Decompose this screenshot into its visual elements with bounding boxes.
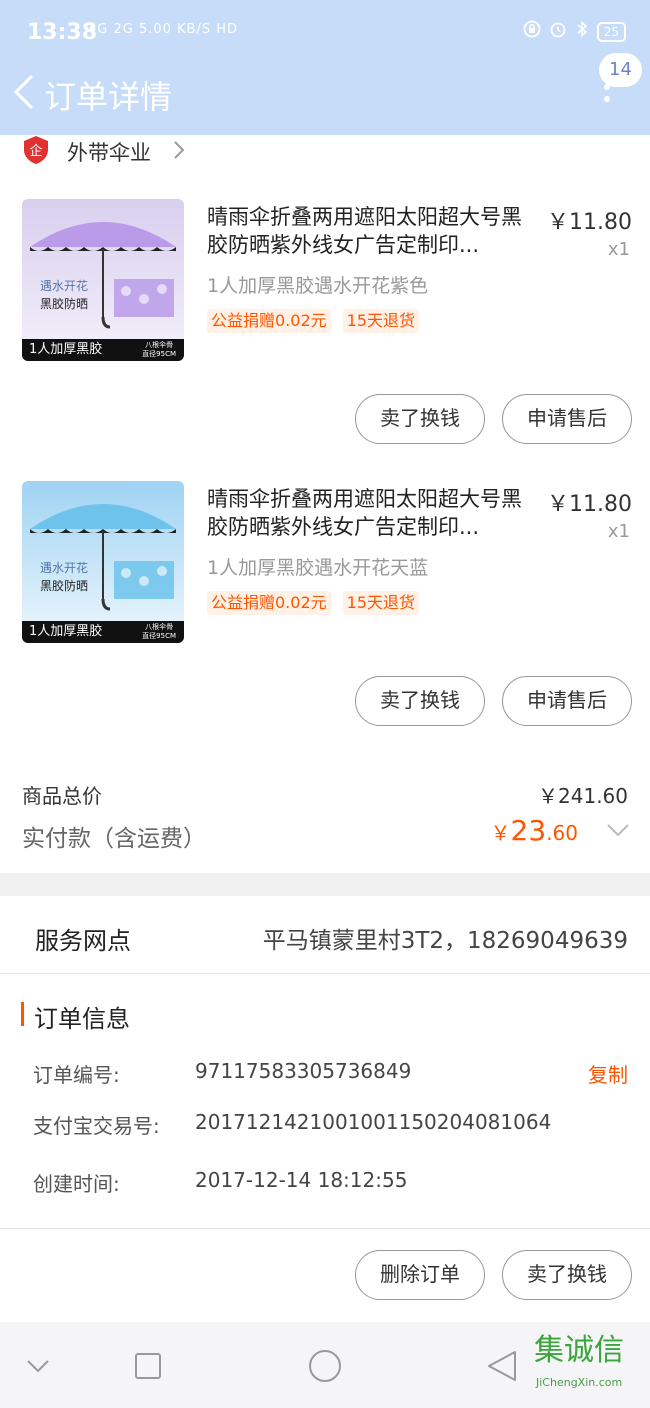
product-price: ￥11.80	[547, 210, 632, 235]
battery-level: 25	[596, 21, 626, 42]
section-accent-bar	[21, 1002, 24, 1026]
service-point-label: 服务网点	[35, 927, 131, 955]
alarm-icon	[549, 20, 567, 43]
thumbnail-caption: 遇水开花 黑胶防晒	[40, 561, 89, 593]
app-header: 13:38 4G 2G 5.00 KB/S HD 25 订单详情 14	[0, 0, 650, 135]
bluetooth-icon	[575, 20, 589, 43]
lock-icon	[523, 20, 541, 43]
back-nav-button[interactable]	[485, 1349, 525, 1383]
page-title: 订单详情	[44, 78, 173, 116]
status-icons: 25	[523, 20, 626, 43]
paid-amount-value: ￥23.60	[490, 814, 578, 847]
charity-tag: 公益捐赠0.02元	[207, 309, 331, 333]
goods-total-value: ￥241.60	[538, 784, 628, 808]
service-point-value: 平马镇蒙里村3T2，18269049639	[262, 928, 628, 954]
more-dot-icon	[604, 96, 610, 102]
created-time-label: 创建时间:	[33, 1172, 120, 1196]
thumbnail-banner: 1人加厚黑胶 八根伞骨 直径95CM	[22, 339, 184, 361]
request-after-sale-button[interactable]: 申请售后	[502, 394, 632, 444]
goods-total-label: 商品总价	[22, 784, 102, 808]
delete-order-button[interactable]: 删除订单	[355, 1250, 485, 1300]
sell-for-cash-button[interactable]: 卖了换钱	[502, 1250, 632, 1300]
chevron-down-icon	[27, 1360, 49, 1373]
square-icon	[135, 1353, 161, 1379]
shop-name[interactable]: 外带伞业	[67, 137, 151, 167]
service-point-row: 服务网点 平马镇蒙里村3T2，18269049639	[0, 896, 650, 974]
back-button[interactable]	[10, 72, 40, 112]
message-count-badge[interactable]: 14	[599, 53, 642, 87]
product-sku: 1人加厚黑胶遇水开花天蓝	[207, 557, 429, 579]
product-title[interactable]: 晴雨伞折叠两用遮阳太阳超大号黑胶防晒紫外线女广告定制印...	[207, 485, 532, 541]
alipay-trade-value: 2017121421001001150204081064	[195, 1110, 552, 1134]
recent-apps-button[interactable]	[130, 1349, 170, 1383]
chevron-left-icon	[13, 74, 34, 110]
watermark-url: JiChengXin.com	[536, 1376, 623, 1389]
order-info-title: 订单信息	[34, 1005, 130, 1033]
product-thumbnail[interactable]: 遇水开花 黑胶防晒 1人加厚黑胶 八根伞骨 直径95CM	[22, 481, 184, 643]
watermark-logo: 集诚信	[534, 1333, 624, 1368]
order-info-section: 订单信息 订单编号: 97117583305736849 复制 支付宝交易号: …	[0, 975, 650, 1229]
paid-amount-label: 实付款（含运费）	[22, 826, 206, 852]
order-number-label: 订单编号:	[33, 1063, 120, 1087]
status-time: 13:38	[27, 20, 98, 45]
charity-tag: 公益捐赠0.02元	[207, 591, 331, 615]
status-bar: 13:38 4G 2G 5.00 KB/S HD 25	[0, 0, 650, 66]
product-quantity: x1	[607, 239, 630, 260]
chevron-right-icon	[174, 141, 185, 159]
request-after-sale-button[interactable]: 申请售后	[502, 676, 632, 726]
sell-for-cash-button[interactable]: 卖了换钱	[355, 676, 485, 726]
return-policy-tag: 15天退货	[342, 309, 420, 333]
product-sku: 1人加厚黑胶遇水开花紫色	[207, 275, 429, 297]
hide-nav-button[interactable]	[20, 1349, 60, 1383]
order-actions-bar: 删除订单 卖了换钱	[0, 1230, 650, 1320]
section-divider	[0, 873, 650, 896]
product-title[interactable]: 晴雨伞折叠两用遮阳太阳超大号黑胶防晒紫外线女广告定制印...	[207, 203, 532, 259]
copy-order-number-button[interactable]: 复制	[588, 1059, 628, 1088]
site-watermark: 集诚信 JiChengXin.com	[532, 1328, 650, 1400]
order-number-value: 97117583305736849	[195, 1059, 412, 1083]
product-price: ￥11.80	[547, 492, 632, 517]
more-menu-button[interactable]	[592, 84, 622, 114]
product-tags: 公益捐赠0.02元 15天退货	[207, 591, 420, 615]
home-button[interactable]	[305, 1349, 345, 1383]
alipay-trade-label: 支付宝交易号:	[33, 1114, 160, 1138]
chevron-down-icon[interactable]	[606, 822, 630, 838]
enterprise-shop-icon: 企	[22, 135, 50, 165]
product-thumbnail[interactable]: 遇水开花 黑胶防晒 1人加厚黑胶 八根伞骨 直径95CM	[22, 199, 184, 361]
triangle-back-icon	[488, 1351, 516, 1381]
more-dot-icon	[604, 84, 610, 90]
shop-row[interactable]: 企 外带伞业	[0, 135, 650, 175]
product-quantity: x1	[607, 521, 630, 542]
network-indicators: 4G 2G 5.00 KB/S HD	[88, 22, 239, 37]
thumbnail-banner: 1人加厚黑胶 八根伞骨 直径95CM	[22, 621, 184, 643]
circle-icon	[309, 1350, 341, 1382]
product-tags: 公益捐赠0.02元 15天退货	[207, 309, 420, 333]
created-time-value: 2017-12-14 18:12:55	[195, 1168, 408, 1192]
sell-for-cash-button[interactable]: 卖了换钱	[355, 394, 485, 444]
thumbnail-caption: 遇水开花 黑胶防晒	[40, 279, 89, 311]
return-policy-tag: 15天退货	[342, 591, 420, 615]
svg-text:企: 企	[29, 143, 42, 159]
